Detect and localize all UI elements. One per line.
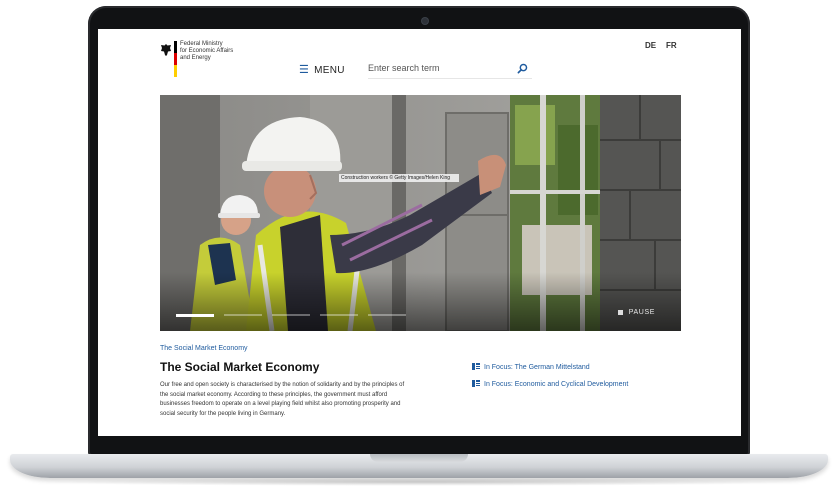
flag-black — [174, 41, 177, 53]
dossier-icon — [472, 380, 480, 387]
pause-label: PAUSE — [628, 309, 655, 316]
ministry-name-line: Federal Ministry — [180, 41, 223, 47]
german-flag-stripe — [174, 41, 177, 77]
slide-indicator-3[interactable] — [272, 314, 310, 316]
in-focus-links: In Focus: The German Mittelstand In Focu… — [472, 363, 628, 397]
intro-line: the social market economy. According to … — [160, 391, 388, 398]
breadcrumb-link[interactable]: The Social Market Economy — [160, 345, 248, 352]
intro-line: businesses freedom to operate on a level… — [160, 401, 401, 408]
ministry-name: Federal Ministry for Economic Affairs an… — [180, 41, 250, 62]
slide-indicator-5[interactable] — [368, 314, 406, 316]
laptop-shadow — [40, 478, 798, 486]
search-icon[interactable] — [517, 63, 528, 74]
image-caption: Construction workers © Getty Images/Hele… — [339, 174, 459, 182]
focus-link-label: In Focus: Economic and Cyclical Developm… — [484, 381, 629, 388]
eagle-icon — [161, 44, 171, 56]
pause-icon — [617, 309, 623, 315]
page-title: The Social Market Economy — [160, 360, 320, 374]
in-focus-mittelstand-link[interactable]: In Focus: The German Mittelstand — [472, 363, 628, 371]
language-de-link[interactable]: DE — [645, 41, 656, 50]
focus-link-label: In Focus: The German Mittelstand — [484, 364, 590, 371]
slide-indicator-1[interactable] — [176, 313, 214, 317]
language-fr-link[interactable]: FR — [666, 41, 677, 50]
hero-slider[interactable]: Construction workers © Getty Images/Hele… — [160, 95, 681, 331]
slide-indicator-2[interactable] — [224, 314, 262, 316]
slide-indicator-4[interactable] — [320, 314, 358, 316]
pause-button[interactable]: PAUSE — [617, 309, 655, 316]
in-focus-economic-development-link[interactable]: In Focus: Economic and Cyclical Developm… — [472, 380, 628, 388]
search-input[interactable] — [368, 59, 508, 77]
search-box[interactable] — [368, 59, 532, 79]
flag-red — [174, 53, 177, 65]
flag-gold — [174, 65, 177, 77]
ministry-logo[interactable]: Federal Ministry for Economic Affairs an… — [160, 41, 250, 81]
ministry-name-line: for Economic Affairs — [180, 48, 234, 54]
laptop-opening-notch — [370, 454, 468, 462]
hamburger-icon: ☰ — [299, 64, 310, 76]
browser-viewport: Federal Ministry for Economic Affairs an… — [98, 29, 741, 436]
intro-line: Our free and open society is characteris… — [160, 382, 405, 388]
intro-line: social security for the people living in… — [160, 410, 286, 417]
menu-label: MENU — [314, 65, 345, 76]
dossier-icon — [472, 363, 480, 370]
hero-image — [160, 95, 681, 331]
webcam — [422, 18, 428, 24]
ministry-name-line: and Energy — [180, 55, 211, 61]
intro-paragraph: Our free and open society is characteris… — [160, 381, 446, 419]
menu-button[interactable]: ☰ MENU — [299, 63, 345, 76]
